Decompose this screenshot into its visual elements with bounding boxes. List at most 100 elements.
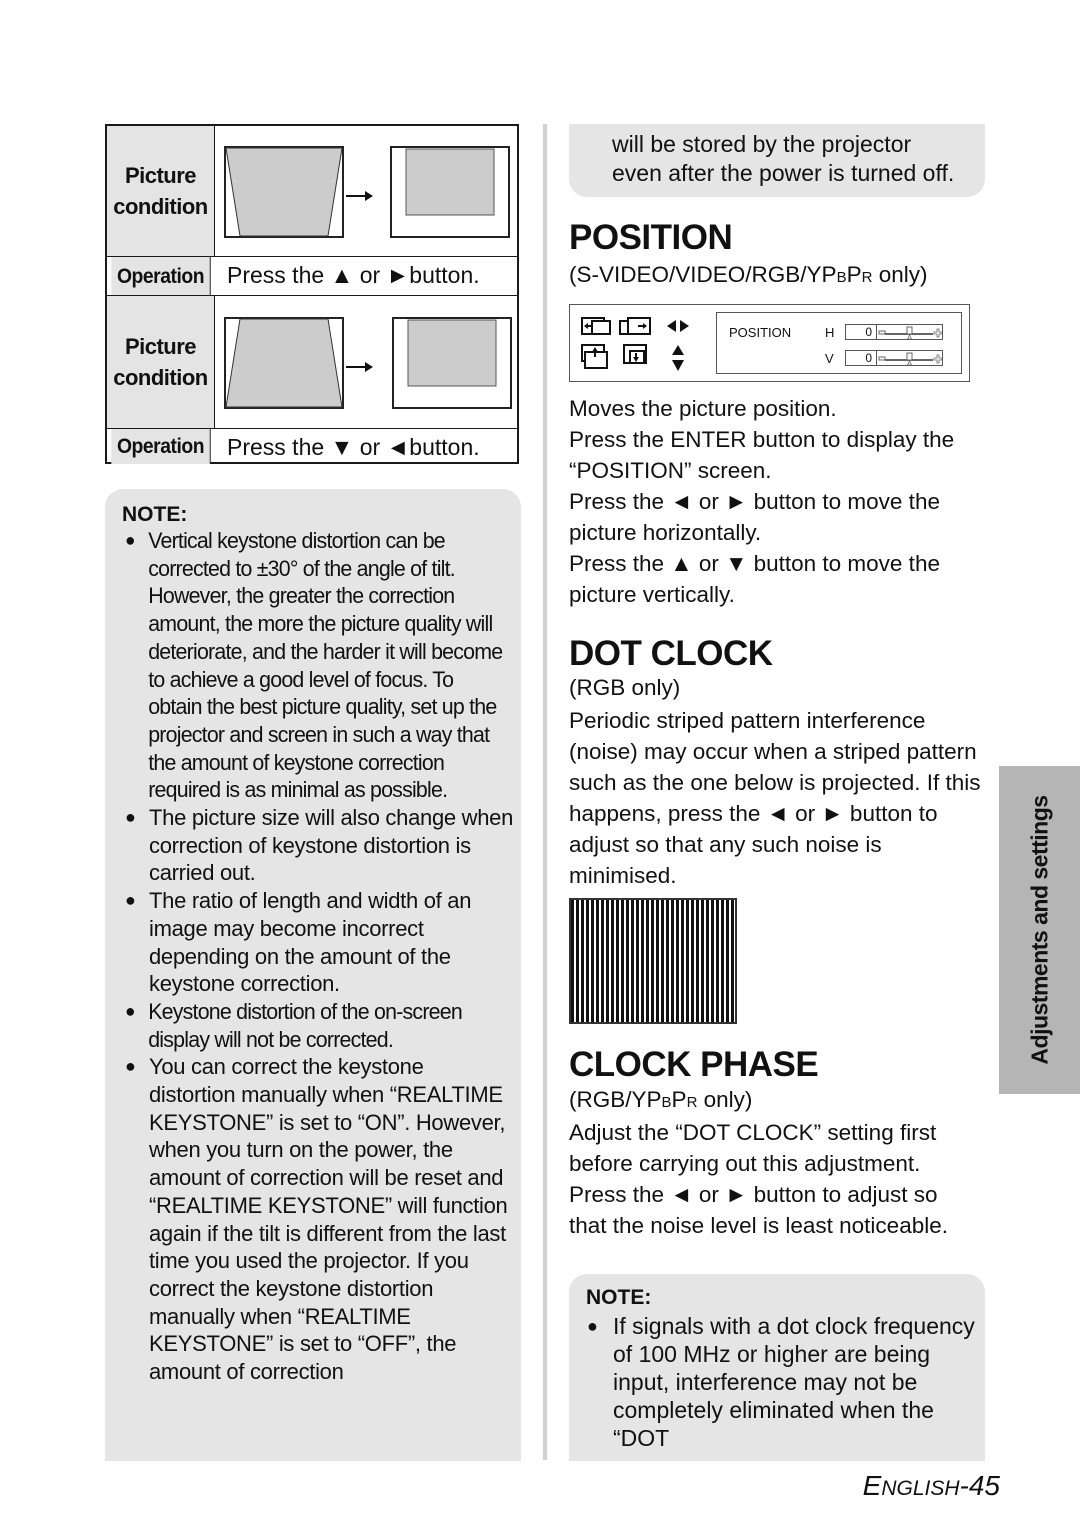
section-subtitle-clock-phase: (RGB/YPBPR only) <box>569 1087 752 1113</box>
position-arrow-icons <box>581 317 689 371</box>
table-row: Picture condition <box>107 296 517 429</box>
move-down-icon <box>623 344 647 364</box>
side-tab-label: Adjustments and settings <box>1026 795 1052 1065</box>
note-item-text: If signals with a dot clock frequency of… <box>613 1313 975 1451</box>
position-description: Moves the picture position. Press the EN… <box>569 393 989 610</box>
keystone-illustration-up <box>215 126 517 256</box>
subtitle-text: (RGB/YP <box>569 1087 662 1112</box>
note-item: ● If signals with a dot clock frequency o… <box>585 1312 981 1452</box>
text-line: will be stored by the projector <box>612 131 912 157</box>
note-item-text: Vertical keystone distortion can be corr… <box>148 528 503 803</box>
dot-clock-description: Periodic striped pattern interference (n… <box>569 708 981 888</box>
note-title: NOTE: <box>122 503 188 526</box>
table-row: Operation Press the ▲ or ►button. <box>107 257 517 296</box>
bullet-icon: ● <box>124 1000 136 1021</box>
note-item: ● Keystone distortion of the on-screen di… <box>123 998 503 1053</box>
note-box-dot-clock: NOTE: ● If signals with a dot clock frequ… <box>569 1274 985 1461</box>
note-item-text: Keystone distortion of the on-screen dis… <box>148 998 462 1052</box>
operation-label: Operation <box>111 429 211 464</box>
slider-track-icon <box>878 326 943 340</box>
v-value: 0 <box>845 350 877 366</box>
text-line: even after the power is turned off. <box>612 159 955 186</box>
label-line: condition <box>113 194 208 219</box>
keystone-diagram-icon <box>224 317 512 409</box>
page-number-text: -45 <box>959 1470 1000 1501</box>
note-box-continued: will be stored by the projector even afte… <box>569 124 985 197</box>
paragraph: Press the ◄ or ► button to move the pict… <box>569 489 940 545</box>
picture-condition-label: Picture condition <box>107 126 215 256</box>
subtitle-text: B <box>836 269 847 286</box>
osd-row-h: H 0 <box>825 323 943 341</box>
up-triangle-icon <box>672 345 684 355</box>
label-line: condition <box>113 365 208 390</box>
note-item: ● The picture size will also change when … <box>123 804 515 887</box>
h-slider[interactable] <box>877 324 943 340</box>
section-title-clock-phase: CLOCK PHASE <box>569 1045 819 1084</box>
right-triangle-icon <box>680 320 689 332</box>
subtitle-text: (S-VIDEO/VIDEO/RGB/YP <box>569 262 837 287</box>
section-subtitle-dot-clock: (RGB only) <box>569 675 681 700</box>
position-osd-screen: POSITION H 0 V 0 <box>569 304 970 382</box>
chapter-side-tab: Adjustments and settings <box>999 766 1080 1094</box>
subtitle-text: only) <box>697 1087 753 1112</box>
bullet-icon: ● <box>124 530 136 550</box>
note-list: ● Vertical keystone distortion can be cor… <box>123 527 515 1386</box>
section-title-dot-clock: DOT CLOCK <box>569 634 773 673</box>
column-divider <box>543 124 547 1460</box>
move-right-icon <box>619 317 651 335</box>
note-list: ● If signals with a dot clock frequency o… <box>585 1312 981 1452</box>
note-item-text: The ratio of length and width of an imag… <box>149 888 472 997</box>
operation-text: Press the ▼ or ◄button. <box>227 434 480 460</box>
subtitle-text: R <box>686 1094 698 1111</box>
left-triangle-icon <box>667 320 676 332</box>
page-number-text: E <box>862 1470 882 1501</box>
picture-condition-label: Picture condition <box>107 296 215 428</box>
paragraph: Moves the picture position. <box>569 396 837 421</box>
clock-phase-description: Adjust the “DOT CLOCK” setting first bef… <box>569 1120 948 1238</box>
operation-label: Operation <box>111 257 211 295</box>
note-item-text: The picture size will also change when c… <box>149 805 514 886</box>
keystone-table: Picture condition Operation Press the ▲ o… <box>105 124 519 464</box>
down-triangle-icon <box>672 360 684 371</box>
section-subtitle-position: (S-VIDEO/VIDEO/RGB/YPBPR only) <box>569 262 927 288</box>
slider-track-icon <box>878 352 943 366</box>
bullet-icon: ● <box>125 807 136 828</box>
bullet-icon: ● <box>587 1316 598 1336</box>
page-number-text: NGLISH <box>881 1477 960 1500</box>
subtitle-text: R <box>861 269 873 286</box>
v-slider[interactable] <box>877 350 943 366</box>
keystone-illustration-down <box>215 296 517 428</box>
osd-row-v: V 0 <box>825 349 943 367</box>
move-left-icon <box>581 317 611 335</box>
bullet-icon: ● <box>125 890 136 911</box>
osd-label: POSITION <box>729 325 792 340</box>
keystone-diagram-icon <box>224 146 510 238</box>
axis-label: V <box>825 350 834 366</box>
subtitle-text: only) <box>872 262 928 287</box>
page-number: ENGLISH-45 <box>863 1470 1000 1502</box>
osd-position-panel: POSITION H 0 V 0 <box>716 312 962 374</box>
note-title: NOTE: <box>586 1286 652 1309</box>
label-line: Picture <box>124 334 197 359</box>
note-continued-text: will be stored by the projector even afte… <box>612 130 954 187</box>
striped-pattern-image <box>569 898 737 1024</box>
note-item: ● You can correct the keystone distortion… <box>123 1053 515 1385</box>
table-row: Operation Press the ▼ or ◄button. <box>107 429 517 464</box>
move-up-icon <box>581 344 608 369</box>
operation-text: Press the ▲ or ►button. <box>227 262 480 288</box>
note-item-text: You can correct the keystone distortion … <box>149 1054 508 1385</box>
label-line: Picture <box>124 163 197 188</box>
paragraph: Press the ENTER button to display the “P… <box>569 427 955 483</box>
axis-label: H <box>825 324 835 340</box>
note-item: ● Vertical keystone distortion can be cor… <box>123 527 503 804</box>
note-box-keystone: NOTE: ● Vertical keystone distortion can … <box>105 489 521 1461</box>
paragraph: Press the ▲ or ▼ button to move the pict… <box>569 551 940 607</box>
subtitle-text: P <box>846 262 862 287</box>
section-title-position: POSITION <box>569 218 733 257</box>
subtitle-text: P <box>671 1087 687 1112</box>
table-row: Picture condition <box>107 126 517 257</box>
h-value: 0 <box>845 324 877 340</box>
note-item: ● The ratio of length and width of an ima… <box>123 887 515 998</box>
bullet-icon: ● <box>125 1056 136 1077</box>
subtitle-text: B <box>661 1094 672 1111</box>
